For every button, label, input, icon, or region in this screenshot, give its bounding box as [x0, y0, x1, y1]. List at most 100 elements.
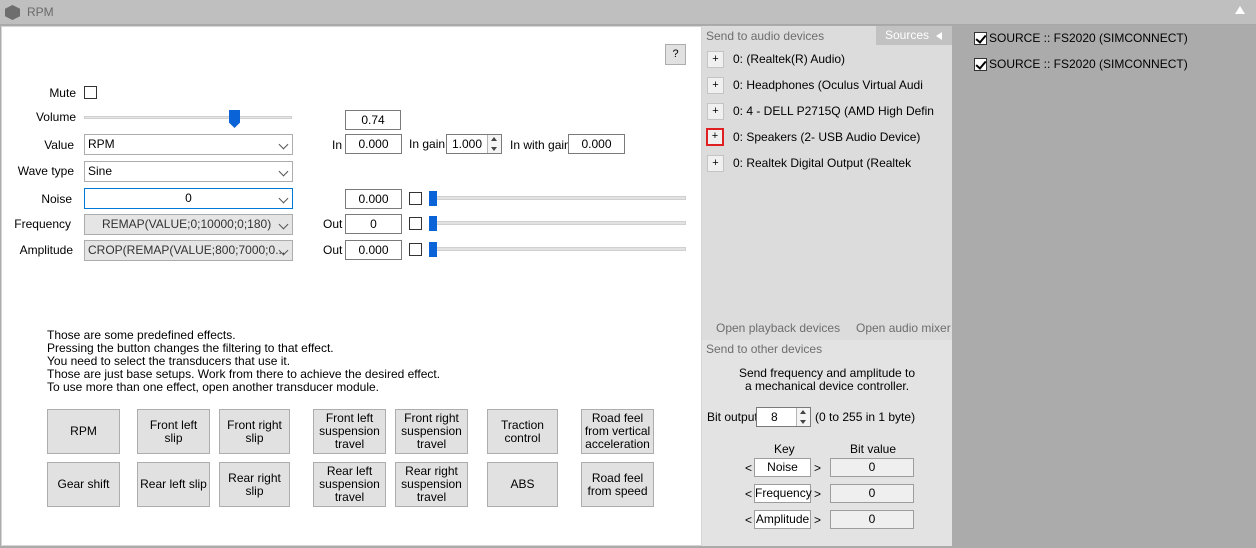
source-checkbox[interactable]	[974, 32, 987, 45]
sources-tab[interactable]: Sources	[876, 26, 952, 45]
value-selected-text: RPM	[88, 137, 115, 151]
front-left-slip-button[interactable]: Front left slip	[137, 409, 210, 454]
volume-label: Volume	[35, 110, 76, 124]
key-field-noise[interactable]: Noise	[754, 458, 811, 477]
open-audio-mixer-link[interactable]: Open audio mixer	[856, 321, 951, 335]
gear-shift-button[interactable]: Gear shift	[47, 462, 120, 507]
audio-device-label: 0: 4 - DELL P2715Q (AMD High Defin	[733, 104, 934, 118]
audio-device-label: 0: Realtek Digital Output (Realtek	[733, 156, 912, 170]
add-device-button[interactable]: +	[707, 77, 724, 94]
source-checkbox[interactable]	[974, 58, 987, 71]
other-devices-header: Send to other devices	[706, 342, 823, 356]
add-device-button[interactable]: +	[707, 155, 724, 172]
volume-value-field[interactable]: 0.74	[345, 110, 401, 130]
collapse-left-icon	[936, 32, 942, 40]
noise-slider-thumb[interactable]	[429, 191, 437, 206]
noise-slider-track[interactable]	[429, 196, 686, 200]
add-device-button[interactable]: +	[706, 128, 724, 146]
amplitude-checkbox[interactable]	[409, 243, 422, 256]
bit-value-field: 0	[830, 510, 914, 529]
bit-output-hint: (0 to 255 in 1 byte)	[815, 410, 916, 424]
amplitude-slider-track[interactable]	[429, 247, 686, 251]
key-next-button[interactable]: >	[814, 513, 821, 527]
in-gain-label: In gain	[409, 137, 446, 151]
amplitude-out-field[interactable]: 0.000	[345, 240, 402, 260]
front-left-suspension-travel-button[interactable]: Front left suspension travel	[313, 409, 386, 454]
key-prev-button[interactable]: <	[745, 461, 752, 475]
in-gain-spin-buttons[interactable]	[487, 135, 501, 153]
bit-output-stepper[interactable]: 8	[756, 407, 811, 427]
frequency-slider-track[interactable]	[429, 221, 686, 225]
audio-device-label: 0: Speakers (2- USB Audio Device)	[733, 130, 921, 144]
audio-device-label: 0: (Realtek(R) Audio)	[733, 52, 846, 66]
noise-value-field[interactable]: 0.000	[345, 189, 402, 209]
rear-left-suspension-travel-button[interactable]: Rear left suspension travel	[313, 462, 386, 507]
help-button[interactable]: ?	[665, 44, 686, 65]
add-device-button[interactable]: +	[707, 51, 724, 68]
frequency-checkbox[interactable]	[409, 217, 422, 230]
rear-right-slip-button[interactable]: Rear right slip	[219, 462, 290, 507]
frequency-out-label: Out	[323, 217, 343, 231]
collapse-arrow-icon[interactable]	[1235, 6, 1245, 14]
traction-control-button[interactable]: Traction control	[487, 409, 558, 454]
wave-type-select[interactable]: Sine	[84, 161, 293, 182]
front-right-slip-button[interactable]: Front right slip	[219, 409, 290, 454]
bit-value-column-header: Bit value	[850, 442, 897, 456]
frequency-label: Frequency	[14, 217, 71, 231]
open-playback-devices-link[interactable]: Open playback devices	[716, 321, 840, 335]
road-feel-speed-button[interactable]: Road feel from speed	[581, 462, 654, 507]
wave-type-label: Wave type	[17, 164, 74, 178]
value-select[interactable]: RPM	[84, 134, 293, 155]
in-gain-value: 1.000	[452, 137, 483, 151]
amplitude-slider-thumb[interactable]	[429, 242, 437, 257]
bit-output-spin-buttons[interactable]	[796, 408, 810, 426]
volume-slider-track[interactable]	[84, 116, 292, 119]
other-devices-description: Send frequency and amplitude to a mechan…	[702, 367, 952, 393]
chevron-down-icon	[278, 139, 289, 150]
sources-tab-label: Sources	[885, 28, 930, 42]
rear-right-suspension-travel-button[interactable]: Rear right suspension travel	[395, 462, 468, 507]
noise-select[interactable]: 0	[84, 188, 293, 209]
chevron-down-icon	[278, 166, 289, 177]
key-field-amplitude[interactable]: Amplitude	[754, 510, 811, 529]
key-prev-button[interactable]: <	[745, 487, 752, 501]
in-with-gain-field[interactable]: 0.000	[568, 134, 625, 154]
noise-label: Noise	[41, 192, 72, 206]
amplitude-select[interactable]: CROP(REMAP(VALUE;800;7000;0...	[84, 240, 293, 261]
source-label: SOURCE :: FS2020 (SIMCONNECT)	[989, 31, 1188, 45]
abs-button[interactable]: ABS	[487, 462, 558, 507]
window-title: RPM	[27, 5, 54, 19]
in-gain-stepper[interactable]: 1.000	[446, 134, 502, 154]
mute-label: Mute	[49, 86, 76, 100]
frequency-out-field[interactable]: 0	[345, 214, 402, 234]
bit-value-field: 0	[830, 458, 914, 477]
rpm-effect-button[interactable]: RPM	[47, 409, 120, 454]
rear-left-slip-button[interactable]: Rear left slip	[137, 462, 210, 507]
bit-value-field: 0	[830, 484, 914, 503]
frequency-selected-text: REMAP(VALUE;0;10000;0;180)	[102, 217, 272, 231]
road-feel-vertical-button[interactable]: Road feel from vertical acceleration	[581, 409, 654, 454]
value-label: Value	[44, 138, 74, 152]
amplitude-out-label: Out	[323, 243, 343, 257]
key-next-button[interactable]: >	[814, 461, 821, 475]
noise-checkbox[interactable]	[409, 192, 422, 205]
frequency-slider-thumb[interactable]	[429, 216, 437, 231]
in-label: In	[332, 138, 343, 152]
key-prev-button[interactable]: <	[745, 513, 752, 527]
chevron-down-icon	[278, 219, 289, 230]
source-label: SOURCE :: FS2020 (SIMCONNECT)	[989, 57, 1188, 71]
key-next-button[interactable]: >	[814, 487, 821, 501]
bit-output-label: Bit output	[707, 410, 758, 424]
bit-output-value: 8	[771, 410, 778, 424]
key-field-frequency[interactable]: Frequency	[754, 484, 812, 503]
title-bar	[0, 0, 1256, 25]
in-with-gain-label: In with gain	[510, 138, 571, 152]
front-right-suspension-travel-button[interactable]: Front right suspension travel	[395, 409, 468, 454]
frequency-select[interactable]: REMAP(VALUE;0;10000;0;180)	[84, 214, 293, 235]
amplitude-selected-text: CROP(REMAP(VALUE;800;7000;0...	[88, 243, 286, 257]
in-value-field[interactable]: 0.000	[345, 134, 402, 154]
add-device-button[interactable]: +	[707, 103, 724, 120]
amplitude-label: Amplitude	[19, 243, 73, 257]
description-line: a mechanical device controller.	[744, 379, 910, 393]
mute-checkbox[interactable]	[84, 86, 97, 99]
